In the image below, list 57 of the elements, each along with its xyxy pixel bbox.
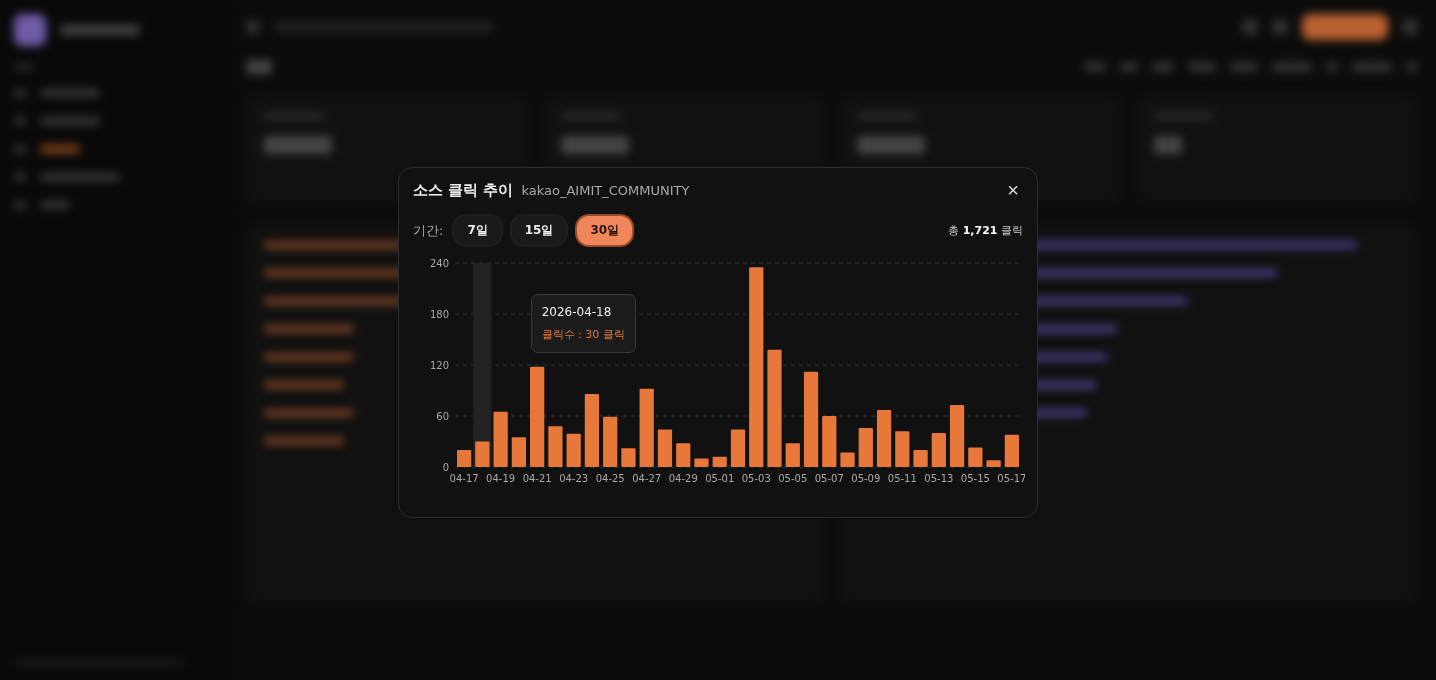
bar[interactable] — [1004, 434, 1019, 467]
bar[interactable] — [785, 443, 800, 467]
bar[interactable] — [694, 458, 709, 467]
bar[interactable] — [493, 411, 508, 467]
x-tick-label: 05-15 — [960, 473, 990, 484]
bar[interactable] — [584, 393, 600, 467]
x-tick-label: 04-25 — [595, 473, 625, 484]
x-tick-label: 05-11 — [887, 473, 917, 484]
period-tab[interactable]: 15일 — [509, 214, 569, 247]
period-label: 기간: — [413, 221, 444, 240]
bar[interactable] — [730, 429, 746, 467]
x-tick-label: 04-29 — [668, 473, 698, 484]
bar[interactable] — [530, 366, 545, 467]
dialog-title: 소스 클릭 추이 — [413, 180, 514, 200]
y-tick-label: 180 — [429, 309, 449, 320]
period-tab[interactable]: 30일 — [575, 214, 635, 247]
tooltip-date: 2026-04-18 — [541, 305, 613, 319]
x-tick-label: 04-17 — [449, 473, 479, 484]
bar[interactable] — [712, 456, 727, 467]
x-tick-label: 05-09 — [851, 473, 881, 484]
bar[interactable] — [639, 388, 654, 467]
bar[interactable] — [986, 460, 1001, 467]
x-tick-label: 05-03 — [741, 473, 771, 484]
bar[interactable] — [803, 371, 819, 467]
x-tick-label: 05-01 — [705, 473, 735, 484]
total-clicks: 총 1,721 클릭 — [948, 223, 1023, 238]
bar[interactable] — [895, 431, 910, 467]
bar[interactable] — [566, 433, 581, 467]
x-tick-label: 04-23 — [559, 473, 589, 484]
bar[interactable] — [876, 410, 892, 467]
x-tick-label: 04-19 — [486, 473, 516, 484]
bar[interactable] — [968, 447, 983, 467]
bar[interactable] — [840, 452, 855, 467]
x-tick-label: 05-07 — [814, 473, 844, 484]
bar[interactable] — [949, 404, 965, 467]
bar[interactable] — [511, 437, 527, 467]
bar[interactable] — [858, 427, 873, 467]
bar[interactable] — [657, 429, 673, 467]
bar[interactable] — [749, 267, 764, 467]
y-tick-label: 240 — [429, 258, 449, 269]
x-tick-label: 04-27 — [632, 473, 662, 484]
bar[interactable] — [457, 450, 472, 467]
close-button[interactable]: × — [1003, 180, 1023, 200]
x-tick-label: 04-21 — [522, 473, 552, 484]
x-tick-label: 05-13 — [924, 473, 954, 484]
bar[interactable] — [822, 416, 837, 467]
x-tick-label: 05-17 — [997, 473, 1025, 484]
tooltip-value: 클릭수 : 30 클릭 — [541, 327, 625, 342]
y-tick-label: 60 — [436, 411, 449, 422]
y-tick-label: 120 — [429, 360, 449, 371]
period-tab[interactable]: 7일 — [452, 214, 503, 247]
source-name: kakao_AIMIT_COMMUNITY — [521, 182, 690, 198]
y-tick-label: 0 — [442, 462, 449, 473]
bar[interactable] — [603, 416, 618, 467]
x-tick-label: 05-05 — [778, 473, 808, 484]
bar[interactable] — [931, 433, 946, 467]
bar[interactable] — [676, 443, 691, 467]
